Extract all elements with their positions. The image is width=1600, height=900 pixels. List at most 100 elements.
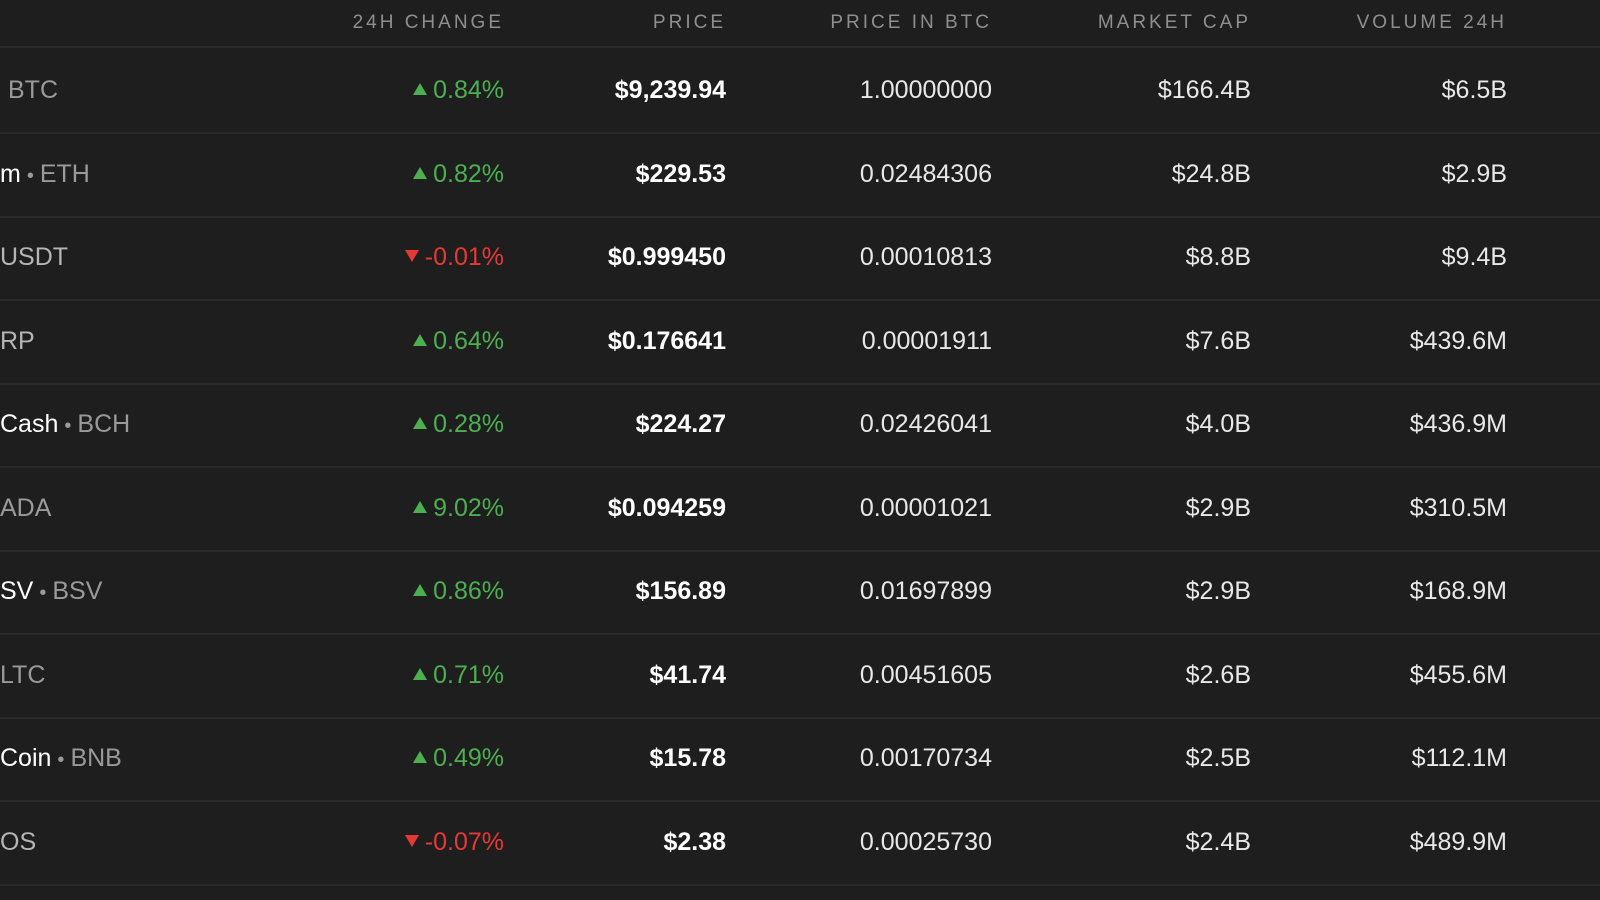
separator-dot: • [64, 415, 72, 437]
change-cell: -0.07% [304, 801, 504, 884]
table-row[interactable]: RP 0.64% $0.176641 0.00001911 $7.6B $439.6M [0, 300, 1600, 385]
arrow-up-icon [413, 584, 428, 597]
coin-symbol: ETH [39, 160, 90, 188]
market-cap-value: $24.8B [1171, 160, 1251, 188]
volume-24h-value: $6.5B [1441, 76, 1507, 104]
table-row[interactable]: USDT -0.01% $0.999450 0.00010813 $8.8B $9.4B [0, 216, 1600, 301]
market-cap-value: $8.8B [1185, 243, 1251, 271]
change-value: 0.86% [433, 577, 504, 605]
change-cell: 9.02% [304, 467, 504, 550]
table-row[interactable]: OS -0.07% $2.38 0.00025730 $2.4B $489.9M [0, 801, 1600, 886]
arrow-down-icon [404, 250, 419, 263]
price-in-btc-value: 0.02426041 [859, 410, 992, 438]
market-cap-value: $2.6B [1185, 661, 1251, 689]
price-in-btc-value: 0.00001021 [859, 494, 992, 522]
change-cell: 0.28% [304, 383, 504, 466]
volume-24h-value: $2.9B [1441, 160, 1507, 188]
header-market-cap[interactable]: MARKET CAP [1051, 12, 1251, 34]
header-24h-change[interactable]: 24H CHANGE [304, 12, 504, 34]
volume-24h-value: $489.9M [1409, 828, 1507, 856]
arrow-up-icon [413, 83, 428, 96]
table-row[interactable]: Coin • BNB 0.49% $15.78 0.00170734 $2.5B $112.1… [0, 717, 1600, 802]
volume-24h-value: $168.9M [1409, 577, 1507, 605]
volume-24h-value: $436.9M [1409, 410, 1507, 438]
table-row[interactable]: Cash • BCH 0.28% $224.27 0.02426041 $4.0B $436.… [0, 383, 1600, 468]
market-cap-value: $166.4B [1157, 76, 1251, 104]
coin-symbol: RP [0, 327, 35, 355]
coin-name-cell[interactable]: Cash • BCH [0, 383, 330, 466]
market-cap-value: $2.5B [1185, 744, 1251, 772]
coin-symbol: LTC [0, 661, 46, 689]
coin-name: Cash [0, 410, 59, 438]
change-value: 0.64% [433, 327, 504, 355]
price-value: $0.999450 [607, 243, 726, 271]
change-cell: 0.49% [304, 717, 504, 800]
volume-24h-value: $439.6M [1409, 327, 1507, 355]
coin-name-cell[interactable]: LTC [0, 634, 330, 717]
change-value: 0.49% [433, 744, 504, 772]
price-value: $2.38 [663, 828, 726, 856]
arrow-up-icon [413, 501, 428, 514]
header-price[interactable]: PRICE [526, 12, 726, 34]
coin-symbol: OS [0, 828, 37, 856]
change-cell: 0.64% [304, 300, 504, 383]
coin-name-cell[interactable]: SV • BSV [0, 550, 330, 633]
coin-symbol: ADA [0, 494, 52, 522]
price-in-btc-value: 0.00001911 [861, 327, 992, 355]
price-value: $9,239.94 [614, 76, 726, 104]
price-value: $41.74 [649, 661, 726, 689]
price-in-btc-value: 0.00451605 [859, 661, 992, 689]
change-value: 9.02% [433, 494, 504, 522]
change-cell: 0.84% [304, 49, 504, 132]
header-volume-24h[interactable]: VOLUME 24H [1307, 12, 1507, 34]
price-value: $0.176641 [607, 327, 726, 355]
volume-24h-value: $455.6M [1409, 661, 1507, 689]
table-row[interactable]: SV • BSV 0.86% $156.89 0.01697899 $2.9B $168.9M [0, 550, 1600, 635]
table-row[interactable]: LTC 0.71% $41.74 0.00451605 $2.6B $455.6M [0, 634, 1600, 719]
price-value: $224.27 [635, 410, 726, 438]
change-value: 0.71% [433, 661, 504, 689]
coin-name: Coin [0, 744, 52, 772]
price-value: $229.53 [635, 160, 726, 188]
volume-24h-value: $112.1M [1411, 744, 1507, 772]
coin-name: m [0, 160, 21, 188]
header-price-in-btc[interactable]: PRICE IN BTC [772, 12, 992, 34]
arrow-up-icon [413, 334, 428, 347]
coin-name-cell[interactable]: m • ETH [0, 133, 330, 216]
coin-symbol: BSV [52, 577, 103, 605]
market-cap-value: $7.6B [1185, 327, 1251, 355]
coin-name-cell[interactable]: BTC [0, 49, 338, 132]
table-row[interactable]: BTC 0.84% $9,239.94 1.00000000 $166.4B $6.5B [0, 49, 1600, 134]
coin-name-cell[interactable]: USDT [0, 216, 330, 299]
arrow-up-icon [413, 668, 428, 681]
change-cell: -0.01% [304, 216, 504, 299]
arrow-up-icon [413, 417, 428, 430]
table-row[interactable]: m • ETH 0.82% $229.53 0.02484306 $24.8B $2.9B [0, 133, 1600, 218]
price-in-btc-value: 0.02484306 [859, 160, 992, 188]
market-cap-value: $2.9B [1185, 577, 1251, 605]
coin-name: SV [0, 577, 34, 605]
coin-name-cell[interactable]: OS [0, 801, 330, 884]
market-cap-value: $2.4B [1185, 828, 1251, 856]
price-value: $15.78 [649, 744, 726, 772]
change-value: -0.01% [424, 243, 504, 271]
table-header: 24H CHANGE PRICE PRICE IN BTC MARKET CAP… [0, 0, 1600, 48]
change-value: -0.07% [424, 828, 504, 856]
table-row[interactable]: ADA 9.02% $0.094259 0.00001021 $2.9B $310.5M [0, 467, 1600, 552]
arrow-up-icon [413, 167, 428, 180]
change-cell: 0.86% [304, 550, 504, 633]
price-in-btc-value: 0.01697899 [859, 577, 992, 605]
coin-symbol: USDT [0, 243, 69, 271]
price-value: $0.094259 [607, 494, 726, 522]
market-cap-value: $4.0B [1185, 410, 1251, 438]
price-in-btc-value: 0.00010813 [859, 243, 992, 271]
coin-name-cell[interactable]: ADA [0, 467, 330, 550]
price-in-btc-value: 0.00025730 [859, 828, 992, 856]
separator-dot: • [57, 749, 65, 771]
price-value: $156.89 [635, 577, 726, 605]
coin-symbol: BTC [8, 76, 58, 104]
separator-dot: • [26, 165, 34, 187]
coin-name-cell[interactable]: Coin • BNB [0, 717, 330, 800]
crypto-market-table: 24H CHANGE PRICE PRICE IN BTC MARKET CAP… [0, 0, 1600, 900]
coin-name-cell[interactable]: RP [0, 300, 330, 383]
